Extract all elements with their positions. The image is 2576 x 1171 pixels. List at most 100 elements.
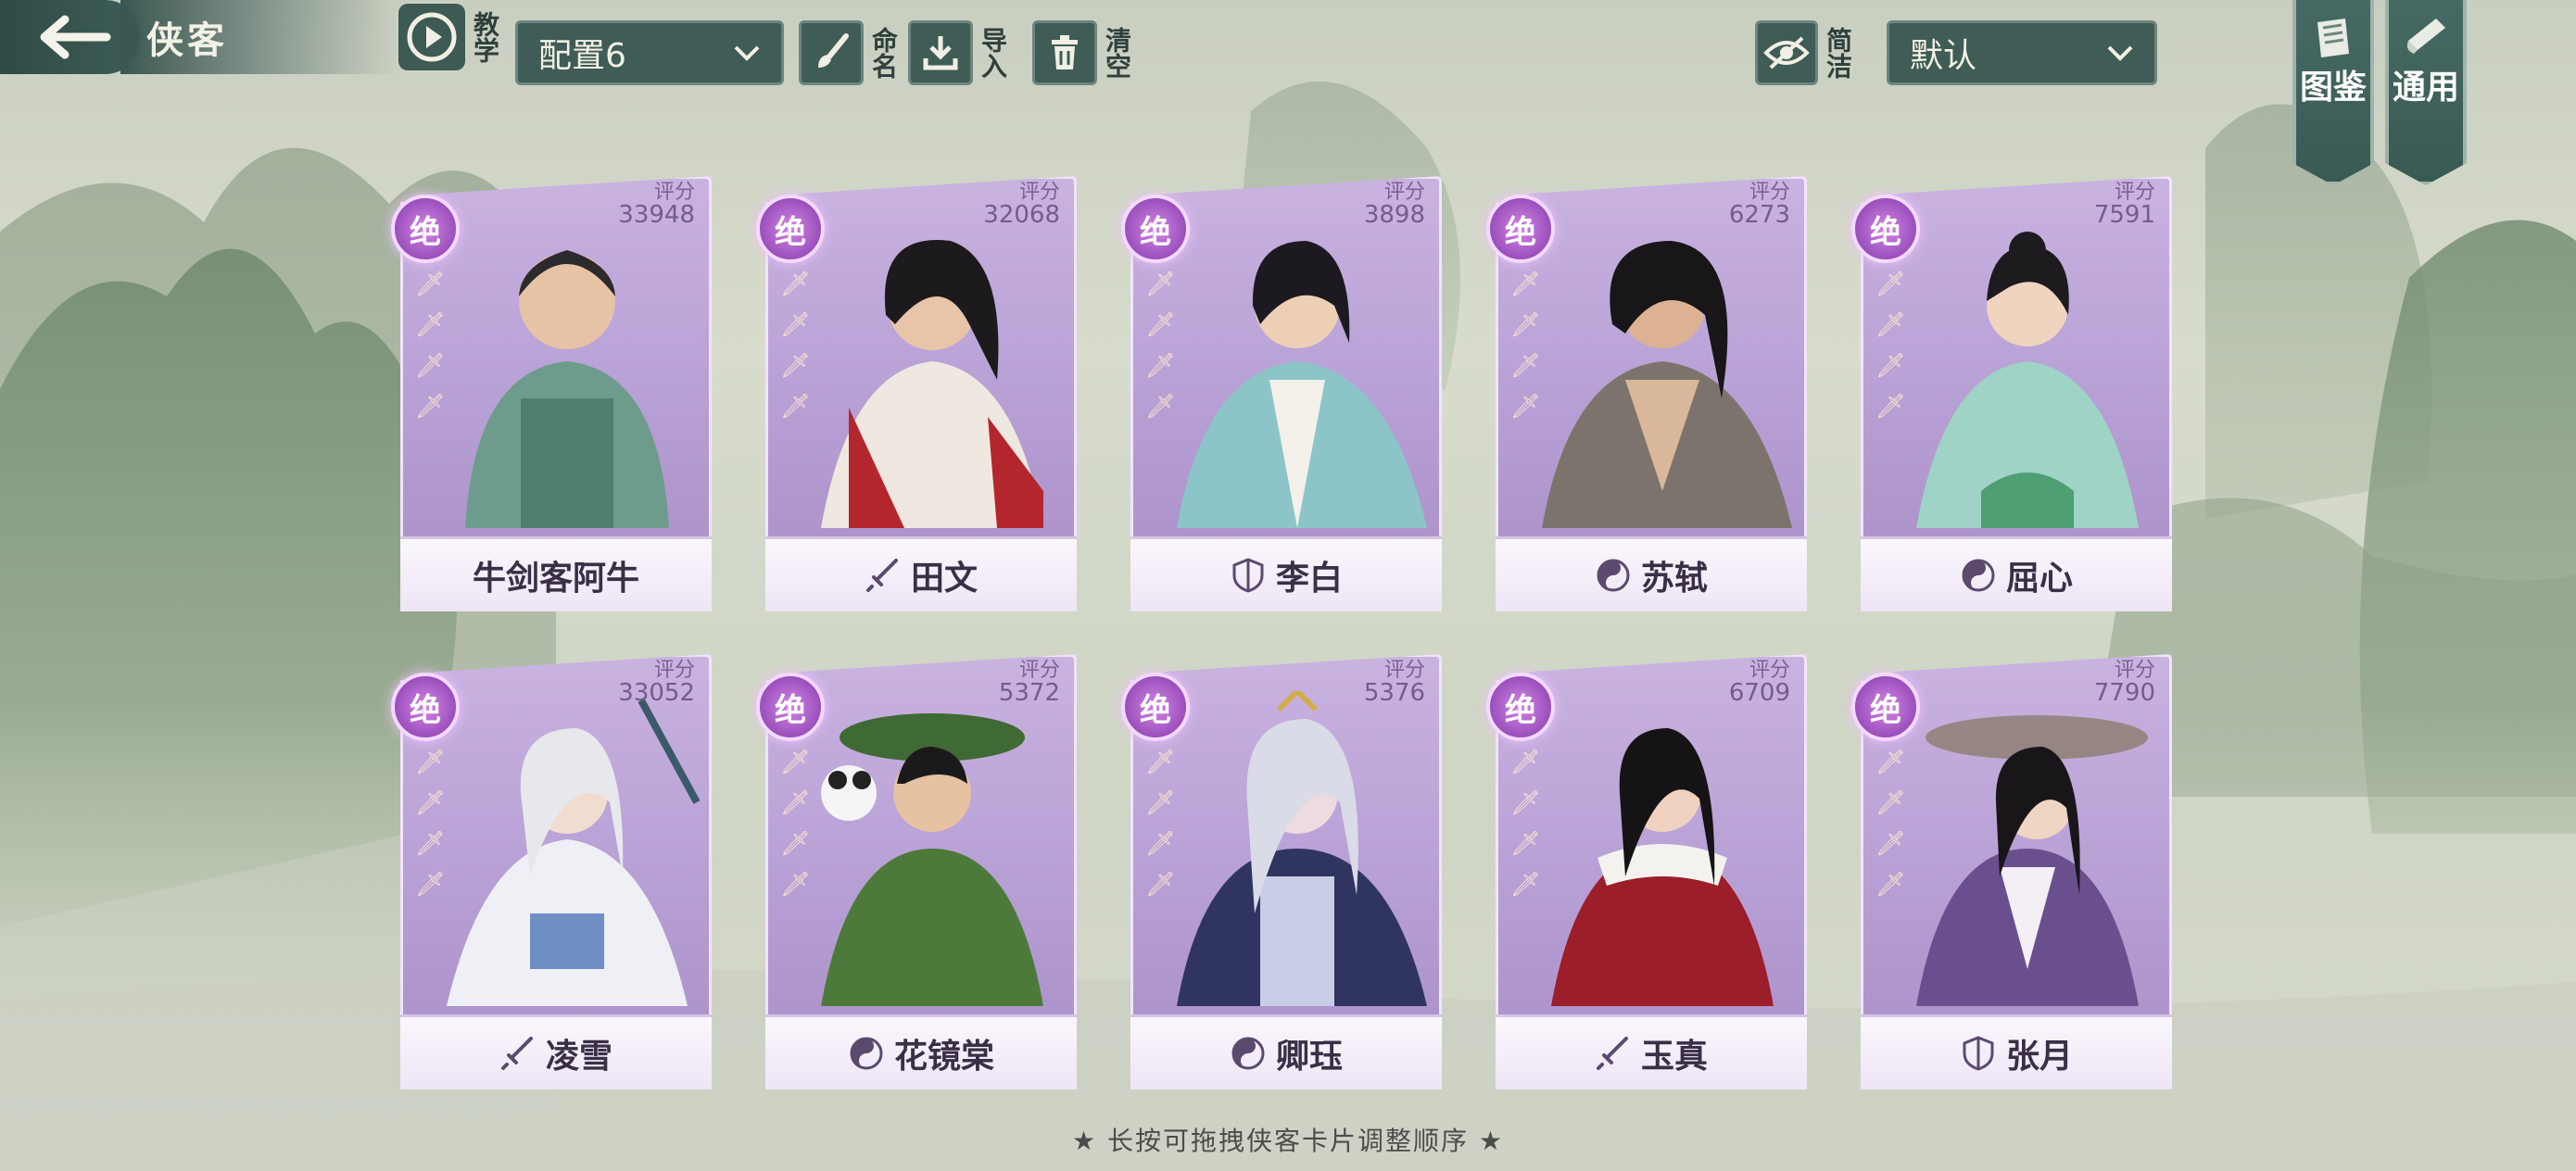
skill-icons: 🗡 🗡 🗡 🗡 <box>1145 271 1182 434</box>
dagger-icon: 🗡 <box>1145 749 1177 776</box>
simple-mode-button[interactable]: 简洁 <box>1755 20 1853 85</box>
clear-label: 清空 <box>1102 27 1132 79</box>
score-value: 7790 <box>2093 679 2155 707</box>
dagger-icon: 🗡 <box>780 749 812 776</box>
hero-name-bar: 李白 <box>1130 536 1442 611</box>
rename-button[interactable]: 命名 <box>799 20 899 85</box>
hero-name: 屈心 <box>2005 559 2073 598</box>
hero-card[interactable]: 评分 33948 绝 🗡 🗡 🗡 🗡 牛剑客阿牛 <box>391 176 712 611</box>
hero-name: 花镜棠 <box>893 1037 994 1076</box>
hero-name: 苏轼 <box>1640 559 1708 598</box>
top-bar: 侠客 教学 配置6 命名 导入 清空 简洁 默认 图鉴 通用 <box>0 0 2576 185</box>
hero-portrait <box>1523 213 1801 528</box>
skill-icons: 🗡 🗡 🗡 🗡 <box>1875 271 1913 434</box>
rank-badge: 绝 <box>756 673 825 741</box>
hero-portrait <box>793 213 1071 528</box>
skill-icons: 🗡 🗡 🗡 🗡 <box>415 749 452 912</box>
dagger-icon: 🗡 <box>1510 871 1542 899</box>
tutorial-button[interactable]: 教学 <box>398 0 502 74</box>
tutorial-label: 教学 <box>470 11 500 63</box>
score-value: 5372 <box>998 679 1060 707</box>
dagger-icon: 🗡 <box>1875 830 1907 858</box>
general-tab[interactable]: 通用 <box>2385 0 2467 185</box>
clear-button[interactable]: 清空 <box>1032 20 1132 85</box>
score-value: 32068 <box>983 201 1060 229</box>
score-value: 3898 <box>1363 201 1425 229</box>
hero-portrait <box>793 691 1071 1006</box>
hero-card[interactable]: 评分 6709 绝 🗡 🗡 🗡 🗡 玉真 <box>1486 654 1807 1089</box>
taiji-icon <box>850 1037 883 1070</box>
dagger-icon: 🗡 <box>1510 749 1542 776</box>
rank-badge: 绝 <box>756 195 825 263</box>
dagger-icon: 🗡 <box>1875 352 1907 380</box>
hero-card[interactable]: 评分 7591 绝 🗡 🗡 🗡 🗡 屈心 <box>1851 176 2172 611</box>
score-value: 6709 <box>1728 679 1790 707</box>
score-value: 33948 <box>618 201 695 229</box>
hero-name-bar: 田文 <box>765 536 1077 611</box>
hero-name-bar: 牛剑客阿牛 <box>400 536 712 611</box>
skill-icons: 🗡 🗡 🗡 🗡 <box>1510 749 1547 912</box>
dagger-icon: 🗡 <box>1145 789 1177 817</box>
rank-badge: 绝 <box>1851 673 1920 741</box>
dagger-icon: 🗡 <box>415 311 447 339</box>
hero-portrait <box>1888 213 2166 528</box>
shield-icon <box>1232 558 1264 593</box>
sword-icon <box>1596 1037 1628 1070</box>
dagger-icon: 🗡 <box>1875 311 1907 339</box>
chevron-down-icon <box>734 45 760 61</box>
import-button[interactable]: 导入 <box>908 20 1008 85</box>
dagger-icon: 🗡 <box>780 789 812 817</box>
hero-portrait <box>428 691 706 1006</box>
dagger-icon: 🗡 <box>1510 352 1542 380</box>
simple-mode-label: 简洁 <box>1823 27 1853 79</box>
trash-icon <box>1052 35 1078 69</box>
dagger-icon: 🗡 <box>780 352 812 380</box>
general-label: 通用 <box>2392 69 2459 107</box>
score-value: 5376 <box>1363 679 1425 707</box>
hero-card[interactable]: 评分 7790 绝 🗡 🗡 🗡 🗡 张月 <box>1851 654 2172 1089</box>
hero-portrait <box>1888 691 2166 1006</box>
page-title-plate: 侠客 <box>120 0 398 74</box>
hero-portrait <box>1158 213 1436 528</box>
preset-dropdown[interactable]: 配置6 <box>515 20 784 85</box>
hero-name-bar: 凌雪 <box>400 1014 712 1089</box>
dagger-icon: 🗡 <box>415 393 447 421</box>
hero-card[interactable]: 评分 33052 绝 🗡 🗡 🗡 🗡 凌雪 <box>391 654 712 1089</box>
hero-card[interactable]: 评分 32068 绝 🗡 🗡 🗡 🗡 田文 <box>756 176 1077 611</box>
brush-icon <box>818 33 849 68</box>
hero-name-bar: 卿珏 <box>1130 1014 1442 1089</box>
hero-name: 田文 <box>910 559 978 598</box>
score-value: 6273 <box>1728 201 1790 229</box>
hero-card[interactable]: 评分 5372 绝 🗡 🗡 🗡 🗡 花镜棠 <box>756 654 1077 1089</box>
dagger-icon: 🗡 <box>1510 271 1542 298</box>
hero-card[interactable]: 评分 5376 绝 🗡 🗡 🗡 🗡 卿珏 <box>1121 654 1442 1089</box>
dagger-icon: 🗡 <box>1145 352 1177 380</box>
dagger-icon: 🗡 <box>1875 271 1907 298</box>
dagger-icon: 🗡 <box>1145 311 1177 339</box>
taiji-icon <box>1231 1037 1265 1070</box>
dagger-icon: 🗡 <box>415 871 447 899</box>
sword-icon <box>500 1037 533 1070</box>
rank-badge: 绝 <box>1486 195 1555 263</box>
rank-badge: 绝 <box>1486 673 1555 741</box>
dagger-icon: 🗡 <box>1875 871 1907 899</box>
dagger-icon: 🗡 <box>780 271 812 298</box>
codex-tab[interactable]: 图鉴 <box>2292 0 2374 185</box>
hero-card[interactable]: 评分 3898 绝 🗡 🗡 🗡 🗡 李白 <box>1121 176 1442 611</box>
sort-value: 默认 <box>1910 37 1977 75</box>
rank-badge: 绝 <box>1121 673 1190 741</box>
drag-hint: ★ 长按可拖拽侠客卡片调整顺序 ★ <box>1071 1126 1504 1156</box>
dagger-icon: 🗡 <box>415 789 447 817</box>
hero-card[interactable]: 评分 6273 绝 🗡 🗡 🗡 🗡 苏轼 <box>1486 176 1807 611</box>
skill-icons: 🗡 🗡 🗡 🗡 <box>1875 749 1913 912</box>
hero-name-bar: 花镜棠 <box>765 1014 1077 1089</box>
dagger-icon: 🗡 <box>1510 311 1542 339</box>
dagger-icon: 🗡 <box>415 830 447 858</box>
play-icon <box>407 12 457 62</box>
hero-name: 凌雪 <box>545 1037 612 1076</box>
hero-name: 玉真 <box>1640 1037 1708 1076</box>
sort-dropdown[interactable]: 默认 <box>1887 20 2157 85</box>
dagger-icon: 🗡 <box>780 311 812 339</box>
book-icon <box>2317 19 2349 57</box>
chevron-down-icon <box>2107 45 2133 61</box>
